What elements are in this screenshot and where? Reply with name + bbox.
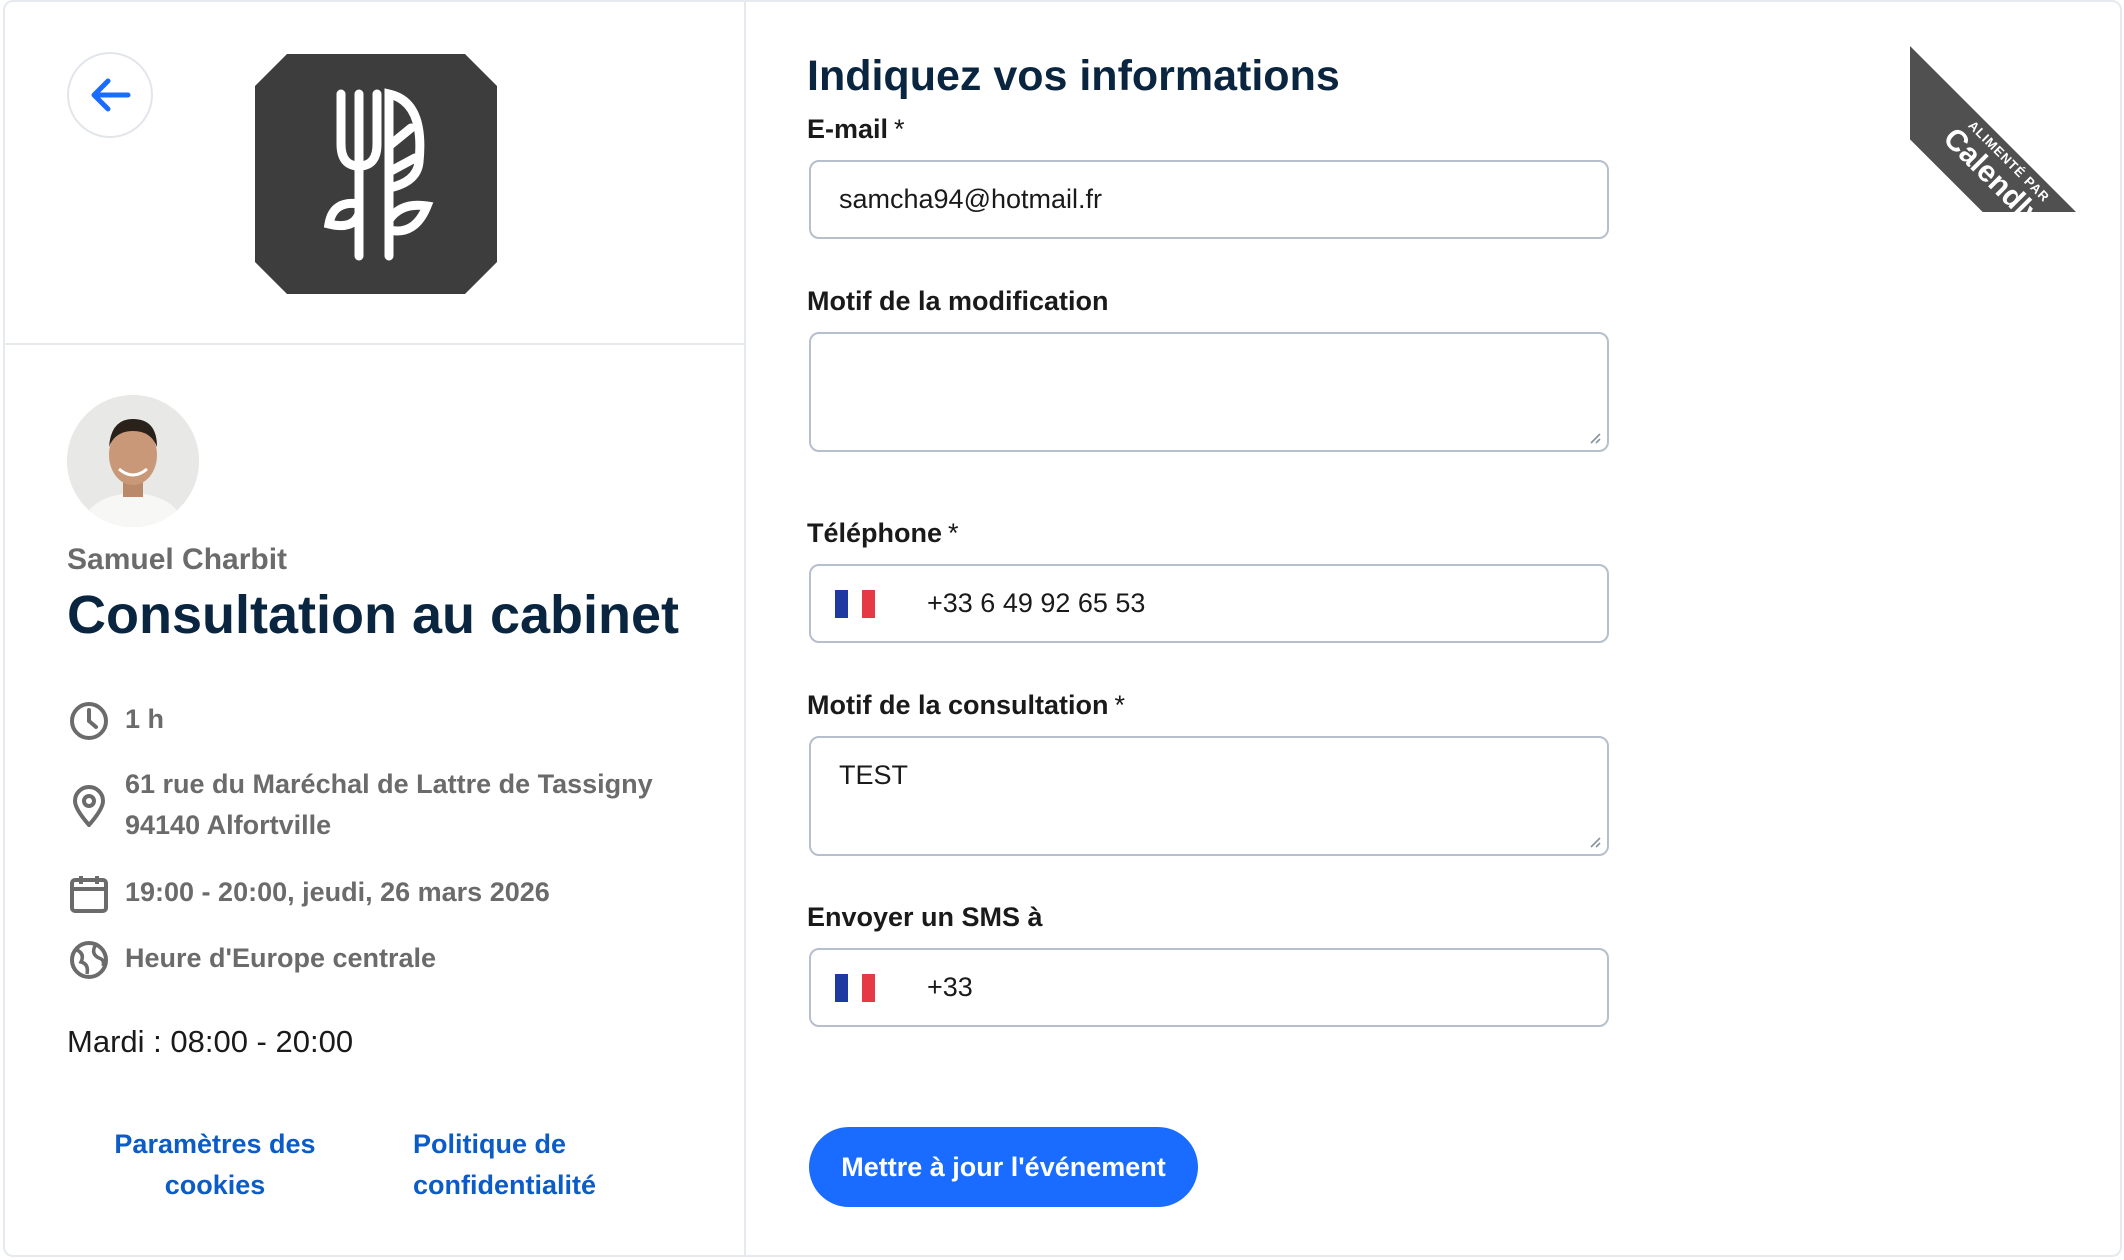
logo-header xyxy=(5,2,744,345)
modification-reason-label: Motif de la modification xyxy=(807,286,1109,316)
globe-icon xyxy=(67,938,111,982)
privacy-policy-line-2: confidentialité xyxy=(413,1170,597,1200)
resize-handle-icon[interactable] xyxy=(1587,834,1601,848)
sms-phone-value: +33 xyxy=(927,972,973,1002)
consultation-reason-field[interactable]: TEST xyxy=(809,736,1609,856)
sms-phone-field[interactable]: +33 xyxy=(809,948,1609,1027)
modification-reason-field[interactable] xyxy=(809,332,1609,452)
email-label: E-mail * xyxy=(807,114,905,145)
update-event-button[interactable]: Mettre à jour l'événement xyxy=(809,1127,1198,1207)
phone-value: +33 6 49 92 65 53 xyxy=(927,588,1146,618)
location-row: 61 rue du Maréchal de Lattre de Tassigny… xyxy=(67,764,653,846)
cookie-settings-link[interactable]: Paramètres des cookies xyxy=(105,1124,325,1206)
calendly-ribbon[interactable]: ALIMENTÉ PAR Calendly xyxy=(1910,2,2120,212)
calendar-icon xyxy=(67,872,111,916)
booking-card: Samuel Charbit Consultation au cabinet 1… xyxy=(3,0,2122,1257)
france-flag-icon[interactable] xyxy=(835,973,875,1002)
required-mark: * xyxy=(1114,690,1126,720)
required-mark: * xyxy=(948,518,959,548)
cookie-settings-line-1: Paramètres des xyxy=(114,1129,316,1159)
email-value: samcha94@hotmail.fr xyxy=(839,184,1103,214)
fork-leaf-logo xyxy=(255,54,497,294)
host-avatar xyxy=(67,395,199,527)
france-flag-icon[interactable] xyxy=(835,589,875,618)
privacy-policy-link[interactable]: Politique de confidentialité xyxy=(413,1124,613,1206)
privacy-policy-line-1: Politique de xyxy=(413,1129,567,1159)
duration-row: 1 h xyxy=(67,699,164,743)
consultation-reason-value: TEST xyxy=(839,760,909,790)
consultation-reason-label-text: Motif de la consultation xyxy=(807,690,1109,720)
address-line-2: 94140 Alfortville xyxy=(125,810,332,840)
email-label-text: E-mail xyxy=(807,114,889,144)
timezone-text: Heure d'Europe centrale xyxy=(125,943,437,973)
email-field[interactable]: samcha94@hotmail.fr xyxy=(809,160,1609,239)
datetime-row: 19:00 - 20:00, jeudi, 26 mars 2026 xyxy=(67,872,550,916)
back-button[interactable] xyxy=(67,52,153,138)
phone-label-text: Téléphone xyxy=(807,518,943,548)
resize-handle-icon[interactable] xyxy=(1587,430,1601,444)
phone-field[interactable]: +33 6 49 92 65 53 xyxy=(809,564,1609,643)
event-details-pane: Samuel Charbit Consultation au cabinet 1… xyxy=(5,2,746,1255)
calendly-badge[interactable]: ALIMENTÉ PAR Calendly xyxy=(1910,40,2120,212)
calendly-brand-text: Calendly xyxy=(1936,121,2049,212)
timezone-row: Heure d'Europe centrale xyxy=(67,938,436,982)
clock-icon xyxy=(67,699,111,743)
cookie-settings-line-2: cookies xyxy=(164,1170,266,1200)
map-pin-icon xyxy=(67,784,111,828)
required-mark: * xyxy=(894,114,905,144)
duration-text: 1 h xyxy=(125,704,165,734)
opening-hours: Mardi : 08:00 - 20:00 xyxy=(67,1024,354,1059)
sms-label: Envoyer un SMS à xyxy=(807,902,1043,932)
consultation-reason-label: Motif de la consultation * xyxy=(807,690,1125,721)
event-title: Consultation au cabinet xyxy=(67,585,680,645)
datetime-text: 19:00 - 20:00, jeudi, 26 mars 2026 xyxy=(125,877,550,907)
arrow-left-icon xyxy=(91,78,131,112)
address-line-1: 61 rue du Maréchal de Lattre de Tassigny xyxy=(125,769,653,799)
host-name: Samuel Charbit xyxy=(67,543,288,576)
phone-label: Téléphone * xyxy=(807,518,959,549)
address-text: 61 rue du Maréchal de Lattre de Tassigny… xyxy=(125,764,653,846)
form-title: Indiquez vos informations xyxy=(807,52,1340,100)
